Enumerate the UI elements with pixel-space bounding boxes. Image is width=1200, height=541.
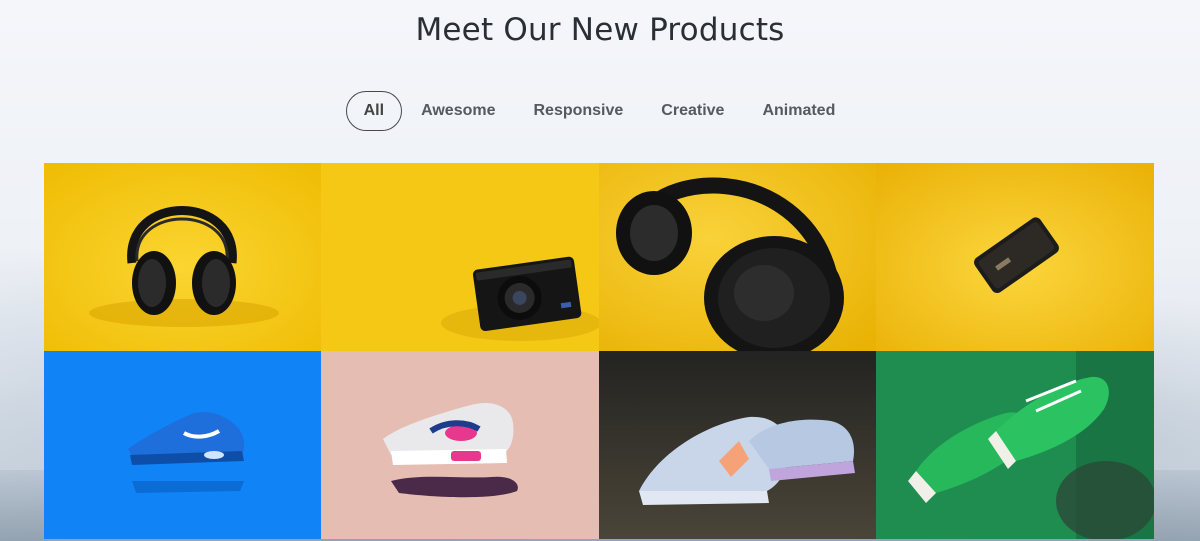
filter-animated[interactable]: Animated <box>743 91 854 131</box>
filter-awesome[interactable]: Awesome <box>402 91 514 131</box>
product-tile-camera[interactable] <box>321 163 599 351</box>
blue-sneaker-image <box>44 351 322 539</box>
headphones-front-image <box>44 163 322 351</box>
light-blue-sneakers-image <box>599 351 877 539</box>
section-title: Meet Our New Products <box>415 12 785 48</box>
product-tile-pink-white-sneaker[interactable] <box>321 351 599 539</box>
product-tile-headphones-front[interactable] <box>44 163 322 351</box>
page: Meet Our New Products All Awesome Respon… <box>0 0 1200 541</box>
filter-bar: All Awesome Responsive Creative Animated <box>0 91 1200 131</box>
product-tile-smartphone[interactable] <box>876 163 1154 351</box>
smartphone-image <box>876 163 1154 351</box>
product-tile-blue-sneaker[interactable] <box>44 351 322 539</box>
camera-image <box>321 163 599 351</box>
product-tile-green-sneakers[interactable] <box>876 351 1154 539</box>
product-grid <box>44 163 1154 541</box>
green-sneakers-image <box>876 351 1154 539</box>
product-tile-light-blue-sneakers[interactable] <box>599 351 877 539</box>
pink-white-sneaker-image <box>321 351 599 539</box>
filter-all[interactable]: All <box>345 91 403 131</box>
headphones-side-image <box>599 163 877 351</box>
filter-responsive[interactable]: Responsive <box>514 91 642 131</box>
filter-creative[interactable]: Creative <box>642 91 743 131</box>
product-tile-headphones-side[interactable] <box>599 163 877 351</box>
